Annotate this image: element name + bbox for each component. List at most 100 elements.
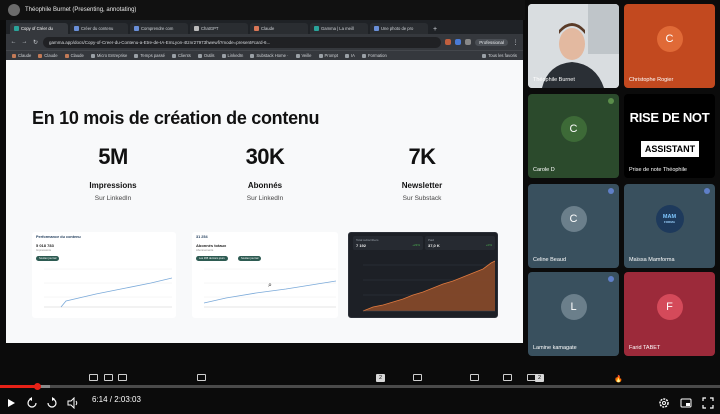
browser-tab[interactable]: Comprendre com (130, 23, 188, 34)
company-logo: MAM FORMA (655, 205, 684, 234)
settings-icon[interactable] (658, 394, 670, 412)
stat-newsletter: 7K Newsletter Sur Substack (352, 144, 492, 202)
extension-icon[interactable] (445, 39, 452, 45)
kpi-tile: Total subscribers 7 192 +23% (353, 236, 423, 250)
participant-name: Farid TABET (629, 345, 661, 351)
extension-icon[interactable] (465, 39, 472, 45)
avatar: F (656, 294, 683, 321)
play-icon[interactable] (6, 394, 16, 412)
bookmark[interactable]: IA (345, 53, 355, 58)
folder-icon (172, 53, 176, 58)
bookmark[interactable]: Micro Entreprise (90, 53, 127, 58)
browser-tab[interactable]: Une photo de pro (370, 23, 428, 34)
bookmark[interactable]: Temps passé (134, 53, 165, 58)
all-bookmarks[interactable]: Tous les favoris (482, 53, 517, 58)
stat-followers: 30K Abonnés Sur LinkedIn (195, 144, 335, 202)
browser-toolbar: ← → ↻ gamma.app/docs/Copy-of-Creer-du-Co… (6, 34, 523, 50)
rewind-icon[interactable] (26, 394, 38, 412)
bookmark[interactable]: Outils (197, 53, 215, 58)
participant-tile[interactable]: Théophile Burnet (528, 4, 619, 88)
reload-icon[interactable]: ↻ (32, 39, 39, 46)
participant-name: Maïssa Mamforma (629, 257, 675, 263)
menu-icon[interactable]: ⋮ (512, 39, 519, 46)
browser-tab[interactable]: ChatGPT (190, 23, 248, 34)
folder-icon (295, 53, 300, 58)
comment-marker-icon[interactable] (104, 374, 113, 381)
bookmark[interactable]: LinkedIn (221, 53, 243, 58)
card-title: Performance du contenu (36, 235, 81, 239)
playback-time: 6:14 / 2:03:03 (92, 395, 141, 404)
participant-video (528, 4, 619, 88)
folder-icon (345, 53, 350, 58)
meeting-recording-player: Théophile Burnet (Presenting, annotating… (0, 0, 720, 414)
comment-marker-icon[interactable] (470, 374, 479, 381)
presenter-header: Théophile Burnet (Presenting, annotating… (0, 0, 525, 20)
mic-icon (608, 98, 614, 104)
address-bar[interactable]: gamma.app/docs/Copy-of-Creer-du-Contenu-… (43, 36, 442, 48)
claude-icon (38, 53, 43, 58)
folder-icon (318, 53, 323, 58)
comment-marker-icon[interactable] (197, 374, 206, 381)
folder-icon (482, 53, 487, 58)
mic-icon (608, 276, 614, 282)
bookmark[interactable]: Substack Home · (250, 53, 289, 58)
participant-tile[interactable]: L Lamine kamagate (528, 272, 619, 356)
avatar: C (656, 26, 683, 53)
seek-bar[interactable] (0, 383, 720, 390)
filter-pill: Soutien journal (238, 256, 262, 261)
participant-tile[interactable]: C Christophe Rogier (624, 4, 715, 88)
participant-tile[interactable]: C Carole D (528, 94, 619, 178)
browser-tab[interactable]: Créer du contenu (70, 23, 128, 34)
bookmark[interactable]: Veille (295, 53, 312, 58)
participant-name: Théophile Burnet (533, 77, 575, 83)
browser-tab-bar: Copy of Créer du Créer du contenu Compre… (6, 20, 523, 34)
substack-icon (250, 53, 255, 58)
comment-marker-icon[interactable] (89, 374, 98, 381)
comment-count-badge[interactable]: 2 (376, 374, 385, 382)
participants-grid: Théophile Burnet C Christophe Rogier C C… (528, 4, 718, 356)
stat-impressions: 5M Impressions Sur LinkedIn (43, 144, 183, 202)
forward-icon[interactable] (46, 394, 58, 412)
bookmark[interactable]: Prompt (318, 53, 338, 58)
back-icon[interactable]: ← (10, 39, 17, 45)
scrubber-handle[interactable] (33, 383, 41, 390)
bookmark[interactable]: Clients (172, 53, 191, 58)
bookmark[interactable]: Claude (64, 53, 84, 58)
comment-marker-icon[interactable] (503, 374, 512, 381)
bookmark[interactable]: Formation (361, 53, 387, 58)
kpi-tile: Paid 37,0 K +0% (425, 236, 495, 250)
browser-tab[interactable]: Claude (250, 23, 308, 34)
extension-icon[interactable] (455, 39, 462, 45)
forward-icon[interactable]: → (21, 39, 28, 45)
participant-name: Prise de note Théophile (629, 167, 687, 173)
comment-marker-icon[interactable] (413, 374, 422, 381)
participant-name: Carole D (533, 167, 555, 173)
mic-icon (608, 188, 614, 194)
browser-tab[interactable]: Gamma | La meill (310, 23, 368, 34)
participant-tile[interactable]: RISE DE NOT ASSISTANT Prise de note Théo… (624, 94, 715, 178)
miniplayer-icon[interactable] (680, 394, 692, 412)
new-tab-icon[interactable]: + (430, 26, 440, 34)
filter-pill: Soutien journal (36, 256, 60, 261)
comment-marker-icon[interactable] (118, 374, 127, 381)
volume-icon[interactable] (67, 394, 79, 412)
bookmark[interactable]: Claude (12, 53, 31, 58)
doc-icon (134, 26, 139, 31)
participant-tile[interactable]: MAM FORMA Maïssa Mamforma (624, 184, 715, 268)
filter-pill: Les 365 derniers jours (196, 256, 228, 261)
card-title: 31 254 (196, 235, 208, 239)
browser-tab[interactable]: Copy of Créer du (10, 23, 68, 34)
assistant-box: ASSISTANT (640, 140, 700, 158)
participant-name: Lamine kamagate (533, 345, 577, 351)
comment-count-badge[interactable]: 2 (535, 374, 544, 382)
stat-label: Abonnés (247, 181, 283, 190)
participant-tile[interactable]: C Celine Beaud (528, 184, 619, 268)
bookmark[interactable]: Claude (38, 53, 58, 58)
reaction-fire-icon[interactable]: 🔥 (614, 375, 623, 383)
note-sign: RISE DE NOT (629, 110, 710, 125)
fullscreen-icon[interactable] (702, 394, 714, 412)
bookmarks-bar: Claude Claude Claude Micro Entreprise Te… (6, 50, 523, 60)
profile-button[interactable]: Professional (475, 38, 508, 46)
gamma-icon (314, 26, 319, 31)
participant-tile[interactable]: F Farid TABET (624, 272, 715, 356)
